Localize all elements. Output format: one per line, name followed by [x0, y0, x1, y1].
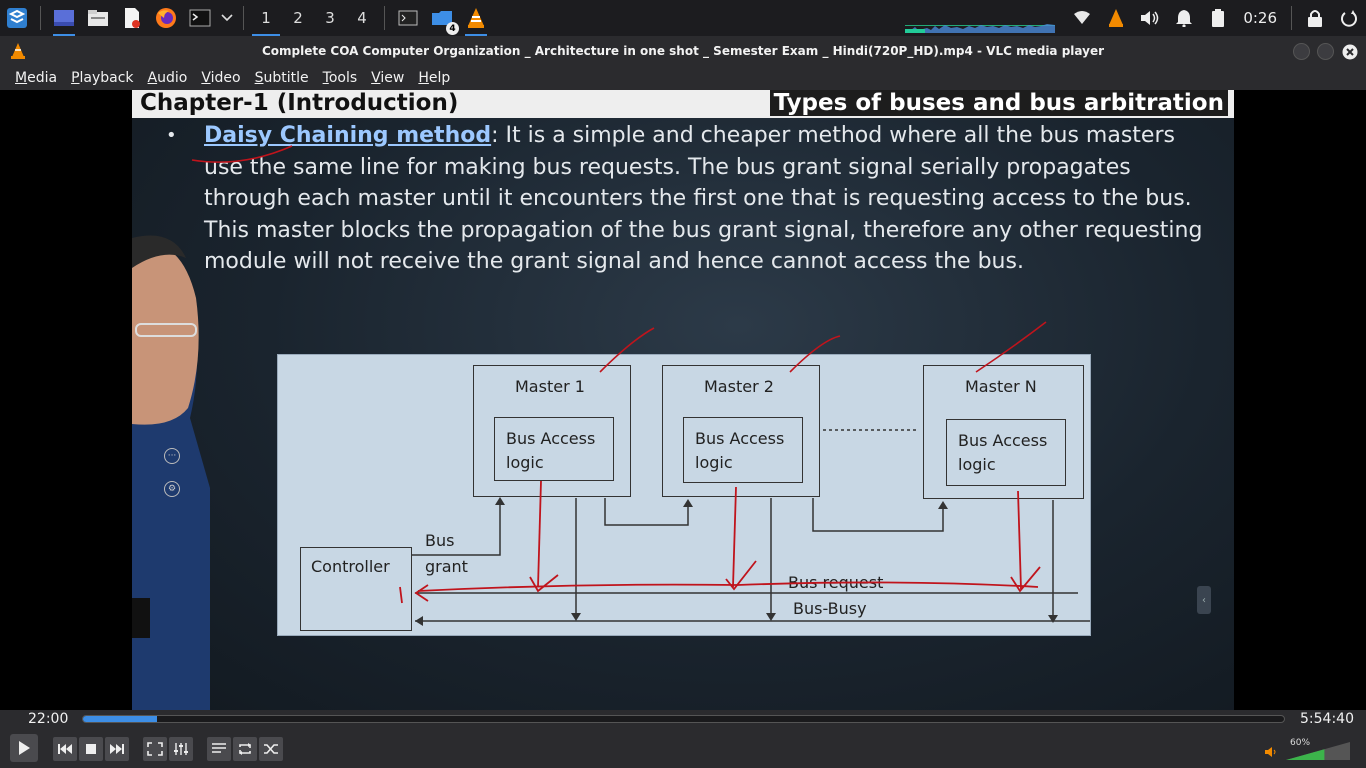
stop-button[interactable]	[79, 737, 103, 761]
workspace-3[interactable]: 3	[314, 3, 346, 33]
loop-icon	[239, 743, 251, 755]
task-count-badge: 4	[446, 22, 459, 35]
menu-media[interactable]: Media	[8, 70, 64, 86]
collapse-handle-icon: ‹	[1197, 586, 1211, 614]
fullscreen-icon	[147, 742, 163, 756]
menu-tools[interactable]: Tools	[316, 70, 365, 86]
play-icon	[19, 741, 30, 755]
slide-term: Daisy Chaining method	[204, 123, 492, 148]
loop-button[interactable]	[233, 737, 257, 761]
speaker-icon	[1265, 747, 1276, 757]
seek-slider[interactable]	[82, 715, 1285, 723]
taskbar-separator	[384, 6, 385, 30]
network-activity-graph	[905, 24, 1056, 33]
taskbar-separator	[243, 6, 244, 30]
menu-playback[interactable]: Playback	[64, 70, 140, 86]
folder-task-icon[interactable]: 4	[427, 3, 459, 35]
menu-bar: Media Playback Audio Video Subtitle Tool…	[0, 66, 1366, 90]
volume-control[interactable]: 60%	[1264, 736, 1354, 762]
elapsed-time[interactable]: 22:00	[28, 711, 68, 727]
skip-back-icon	[58, 744, 72, 754]
terminal-task-icon[interactable]	[393, 3, 423, 33]
window-title: Complete COA Computer Organization _ Arc…	[261, 44, 1105, 58]
slide-paragraph: • Daisy Chaining method: It is a simple …	[166, 120, 1214, 278]
slide-topic-title: Types of buses and bus arbitration	[769, 90, 1228, 116]
extended-settings-button[interactable]	[169, 737, 193, 761]
next-button[interactable]	[105, 737, 129, 761]
desktop-icon[interactable]	[49, 3, 79, 36]
stop-icon	[86, 744, 96, 754]
tray-separator	[1291, 6, 1292, 30]
previous-button[interactable]	[53, 737, 77, 761]
workspace-1[interactable]: 1	[250, 3, 282, 36]
terminal-icon[interactable]	[185, 3, 215, 33]
workspace-4[interactable]: 4	[346, 3, 378, 33]
menu-view[interactable]: View	[364, 70, 411, 86]
battery-icon[interactable]	[1201, 0, 1235, 36]
taskbar-separator	[40, 6, 41, 30]
system-tray: 0:26	[905, 0, 1366, 36]
playlist-button[interactable]	[207, 737, 231, 761]
workspace-2[interactable]: 2	[282, 3, 314, 33]
shuffle-icon	[264, 744, 278, 754]
total-time[interactable]: 5:54:40	[1300, 711, 1354, 727]
playlist-icon	[212, 743, 226, 753]
video-area[interactable]: Chapter-1 (Introduction) Types of buses …	[0, 90, 1366, 710]
chevron-down-icon[interactable]	[219, 3, 235, 33]
more-options-icon: ···	[164, 448, 180, 464]
video-frame: Chapter-1 (Introduction) Types of buses …	[132, 90, 1234, 710]
diagram-wires	[399, 429, 1090, 626]
taskbar: 1 2 3 4 4 0:26	[0, 0, 1366, 36]
close-button[interactable]	[1341, 43, 1358, 60]
seek-progress	[83, 716, 158, 722]
seek-row: 22:00 5:54:40	[0, 710, 1366, 730]
file-manager-icon[interactable]	[83, 3, 113, 33]
window-titlebar[interactable]: Complete COA Computer Organization _ Arc…	[0, 36, 1366, 66]
play-button[interactable]	[10, 734, 38, 762]
pdf-document-icon[interactable]	[117, 3, 147, 33]
menu-subtitle[interactable]: Subtitle	[248, 70, 316, 86]
bullet-point: •	[166, 125, 177, 146]
app-menu-icon[interactable]	[2, 3, 32, 33]
slide-header: Chapter-1 (Introduction) Types of buses …	[132, 90, 1234, 118]
maximize-button[interactable]	[1317, 43, 1334, 60]
daisy-chain-diagram: Master 1 Bus Access logic Master 2 Bus A…	[277, 354, 1091, 636]
equalizer-icon	[174, 743, 188, 755]
menu-video[interactable]: Video	[194, 70, 247, 86]
lock-icon[interactable]	[1298, 0, 1332, 36]
volume-icon[interactable]	[1133, 0, 1167, 36]
wifi-icon[interactable]	[1065, 0, 1099, 36]
menu-help[interactable]: Help	[411, 70, 457, 86]
skip-forward-icon	[110, 744, 124, 754]
minimize-button[interactable]	[1293, 43, 1310, 60]
menu-audio[interactable]: Audio	[141, 70, 195, 86]
fullscreen-button[interactable]	[143, 737, 167, 761]
playback-controls: 60%	[0, 730, 1366, 768]
firefox-icon[interactable]	[151, 3, 181, 33]
vlc-task-icon[interactable]	[461, 3, 491, 36]
notification-bell-icon[interactable]	[1167, 0, 1201, 36]
close-icon	[1342, 44, 1357, 59]
slide-body: • Daisy Chaining method: It is a simple …	[132, 118, 1234, 710]
shuffle-button[interactable]	[259, 737, 283, 761]
volume-slider[interactable]	[1286, 742, 1350, 760]
presenter-image	[132, 235, 210, 710]
settings-icon: ⚙	[164, 481, 180, 497]
vlc-tray-icon[interactable]	[1099, 0, 1133, 36]
power-icon[interactable]	[1332, 0, 1366, 36]
clock[interactable]: 0:26	[1235, 9, 1285, 27]
slide-chapter-title: Chapter-1 (Introduction)	[140, 90, 459, 116]
